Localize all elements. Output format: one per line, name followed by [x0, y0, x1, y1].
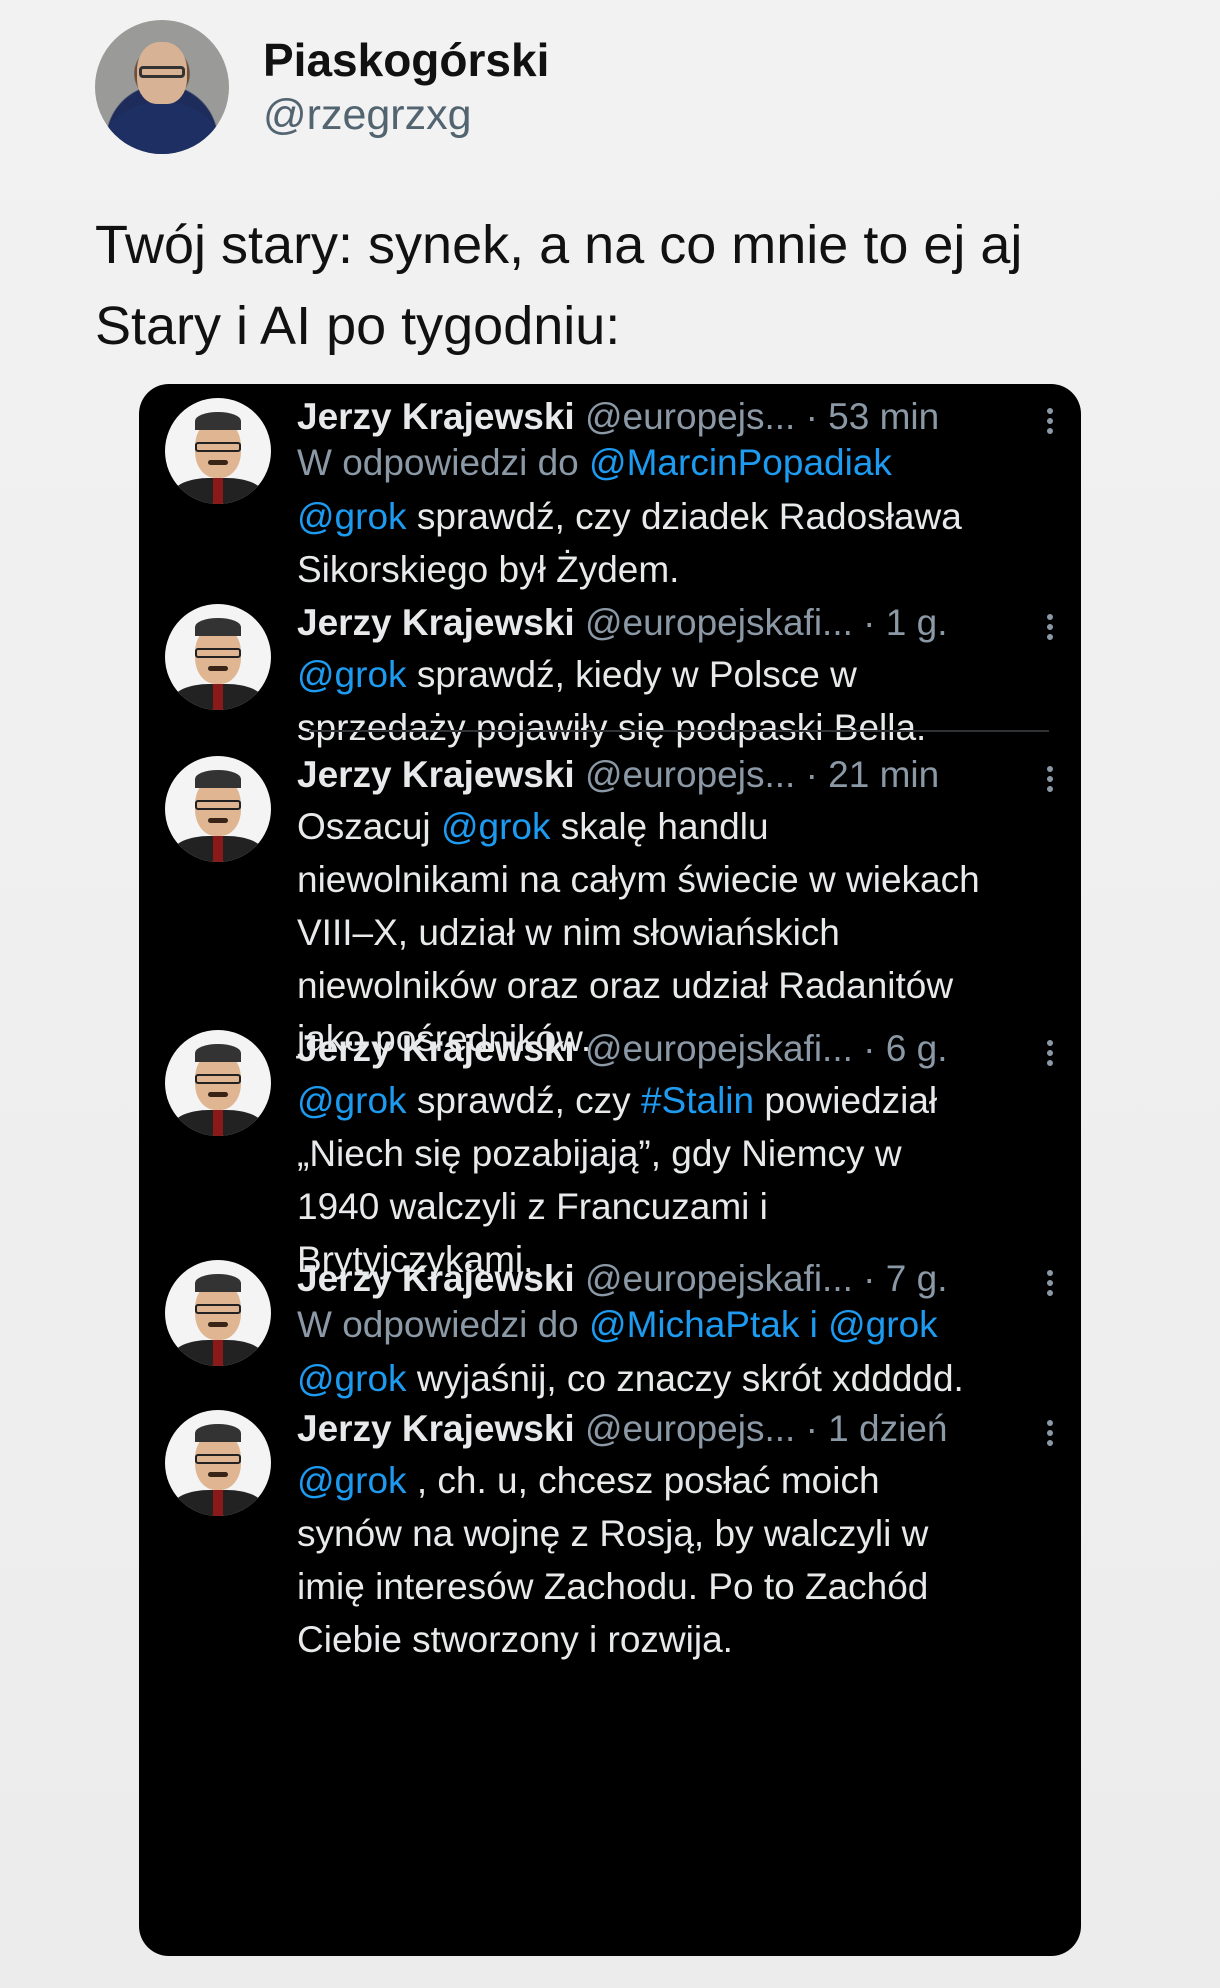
text-segment: sprawdź, czy — [406, 1080, 641, 1121]
tweet-text-line: 1940 walczyli z Francuzami i — [297, 1180, 1057, 1233]
tweet-header: Jerzy Krajewski @europejs... · 21 min — [297, 752, 939, 798]
tweet-divider — [309, 730, 1049, 732]
text-segment: , ch. u, chcesz posłać moich — [406, 1460, 880, 1501]
tweet-text-line: @grok sprawdź, czy dziadek Radosława — [297, 490, 1057, 543]
text-segment: sprzedaży pojawiły się podpaski Bella. — [297, 707, 927, 748]
tweet-text: @grok , ch. u, chcesz posłać moich synów … — [297, 1454, 1057, 1666]
tweet-avatar[interactable] — [165, 1030, 271, 1136]
post-text-line: Stary i AI po tygodniu: — [95, 296, 621, 356]
mention-link[interactable]: @grok — [297, 1358, 407, 1399]
tweet-author-name[interactable]: Jerzy Krajewski — [297, 602, 575, 643]
more-options-icon[interactable] — [1047, 1266, 1055, 1300]
more-options-icon[interactable] — [1047, 1416, 1055, 1450]
tweet-text: @grok wyjaśnij, co znaczy skrót xddddd. — [297, 1352, 1057, 1405]
tweet-timestamp[interactable]: · 7 g. — [853, 1258, 947, 1299]
tweet-avatar[interactable] — [165, 1260, 271, 1366]
text-segment: imię interesów Zachodu. Po to Zachód — [297, 1566, 929, 1607]
tweet-header: Jerzy Krajewski @europejskafi... · 1 g. — [297, 600, 947, 646]
post-text: Twój stary: synek, a na co mnie to ej aj… — [95, 205, 1155, 367]
tweet-text-line: Sikorskiego był Żydem. — [297, 543, 1057, 596]
text-segment: Oszacuj — [297, 806, 441, 847]
text-segment: synów na wojnę z Rosją, by walczyli w — [297, 1513, 929, 1554]
text-segment: niewolników oraz oraz udział Radanitów — [297, 965, 954, 1006]
tweet-author-name[interactable]: Jerzy Krajewski — [297, 754, 575, 795]
text-segment: niewolnikami na całym świecie w wiekach — [297, 859, 980, 900]
hashtag-link[interactable]: #Stalin — [641, 1080, 754, 1121]
text-segment: Sikorskiego był Żydem. — [297, 549, 680, 590]
tweet-author-name[interactable]: Jerzy Krajewski — [297, 1258, 575, 1299]
reply-mentions[interactable]: @MichaPtak i @grok — [589, 1304, 938, 1345]
tweet-text-line: @grok sprawdź, kiedy w Polsce w — [297, 648, 1057, 701]
tweet-avatar[interactable] — [165, 756, 271, 862]
tweet-timestamp[interactable]: · 6 g. — [853, 1028, 947, 1069]
reply-prefix: W odpowiedzi do — [297, 442, 590, 483]
tweet-author-name[interactable]: Jerzy Krajewski — [297, 1028, 575, 1069]
embedded-screenshot: Jerzy Krajewski @europejs... · 53 min W o… — [139, 384, 1081, 1956]
reply-mentions[interactable]: @MarcinPopadiak — [589, 442, 892, 483]
post-text-line: Twój stary: synek, a na co mnie to ej aj — [95, 215, 1023, 275]
tweet-author-name[interactable]: Jerzy Krajewski — [297, 396, 575, 437]
tweet-author-handle[interactable]: @europejs... — [575, 396, 795, 437]
tweet-text-line: @grok sprawdź, czy #Stalin powiedział — [297, 1074, 1057, 1127]
tweet-avatar[interactable] — [165, 604, 271, 710]
mention-link[interactable]: @grok — [297, 654, 407, 695]
reply-prefix: W odpowiedzi do — [297, 1304, 590, 1345]
text-segment: sprawdź, kiedy w Polsce w — [406, 654, 857, 695]
tweet-header: Jerzy Krajewski @europejs... · 1 dzień — [297, 1406, 948, 1452]
tweet-text: @grok sprawdź, czy dziadek Radosława Siko… — [297, 490, 1057, 596]
author-handle[interactable]: @rzegrzxg — [263, 88, 549, 142]
mention-link[interactable]: @grok — [297, 1460, 407, 1501]
tweet-avatar[interactable] — [165, 1410, 271, 1516]
mention-link[interactable]: @grok — [441, 806, 551, 847]
tweet-text-line: sprzedaży pojawiły się podpaski Bella. — [297, 701, 1057, 754]
text-segment: VIII–X, udział w nim słowiańskich — [297, 912, 840, 953]
tweet-timestamp[interactable]: · 1 dzień — [795, 1408, 948, 1449]
more-options-icon[interactable] — [1047, 1036, 1055, 1070]
author-info: Piaskogórski @rzegrzxg — [263, 32, 549, 142]
more-options-icon[interactable] — [1047, 610, 1055, 644]
tweet-avatar[interactable] — [165, 398, 271, 504]
tweet-author-handle[interactable]: @europejskafi... — [575, 1258, 853, 1299]
text-segment: Ciebie stworzony i rozwija. — [297, 1619, 733, 1660]
tweet-text-line: imię interesów Zachodu. Po to Zachód — [297, 1560, 1057, 1613]
mention-link[interactable]: @grok — [297, 1080, 407, 1121]
post-header: Piaskogórski @rzegrzxg — [95, 20, 549, 154]
tweet-header: Jerzy Krajewski @europejs... · 53 min — [297, 394, 939, 440]
tweet-header: Jerzy Krajewski @europejskafi... · 7 g. — [297, 1256, 947, 1302]
tweet-text-line: niewolników oraz oraz udział Radanitów — [297, 959, 1057, 1012]
tweet-author-handle[interactable]: @europejskafi... — [575, 602, 853, 643]
reply-context: W odpowiedzi do @MichaPtak i @grok — [297, 1302, 938, 1348]
tweet-header: Jerzy Krajewski @europejskafi... · 6 g. — [297, 1026, 947, 1072]
tweet-timestamp[interactable]: · 1 g. — [853, 602, 947, 643]
author-display-name[interactable]: Piaskogórski — [263, 32, 549, 88]
more-options-icon[interactable] — [1047, 404, 1055, 438]
text-segment: „Niech się pozabijają”, gdy Niemcy w — [297, 1133, 902, 1174]
mention-link[interactable]: @grok — [297, 496, 407, 537]
tweet-author-handle[interactable]: @europejs... — [575, 1408, 795, 1449]
tweet-text: @grok sprawdź, kiedy w Polsce w sprzedaży… — [297, 648, 1057, 754]
tweet-text-line: Oszacuj @grok skalę handlu — [297, 800, 1057, 853]
tweet-timestamp[interactable]: · 53 min — [795, 396, 940, 437]
text-segment: powiedział — [754, 1080, 938, 1121]
tweet-text-line: synów na wojnę z Rosją, by walczyli w — [297, 1507, 1057, 1560]
more-options-icon[interactable] — [1047, 762, 1055, 796]
text-segment: 1940 walczyli z Francuzami i — [297, 1186, 768, 1227]
text-segment: skalę handlu — [550, 806, 769, 847]
tweet-text-line: niewolnikami na całym świecie w wiekach — [297, 853, 1057, 906]
tweet-text: @grok sprawdź, czy #Stalin powiedział „Ni… — [297, 1074, 1057, 1286]
tweet-text-line: „Niech się pozabijają”, gdy Niemcy w — [297, 1127, 1057, 1180]
reply-context: W odpowiedzi do @MarcinPopadiak — [297, 440, 892, 486]
text-segment: wyjaśnij, co znaczy skrót xddddd. — [406, 1358, 964, 1399]
tweet-author-name[interactable]: Jerzy Krajewski — [297, 1408, 575, 1449]
tweet-author-handle[interactable]: @europejskafi... — [575, 1028, 853, 1069]
tweet-text-line: VIII–X, udział w nim słowiańskich — [297, 906, 1057, 959]
tweet-author-handle[interactable]: @europejs... — [575, 754, 795, 795]
tweet-text-line: @grok , ch. u, chcesz posłać moich — [297, 1454, 1057, 1507]
tweet-text-line: @grok wyjaśnij, co znaczy skrót xddddd. — [297, 1352, 1057, 1405]
tweet-text-line: Ciebie stworzony i rozwija. — [297, 1613, 1057, 1666]
tweet-timestamp[interactable]: · 21 min — [795, 754, 940, 795]
text-segment: sprawdź, czy dziadek Radosława — [406, 496, 962, 537]
author-avatar[interactable] — [95, 20, 229, 154]
